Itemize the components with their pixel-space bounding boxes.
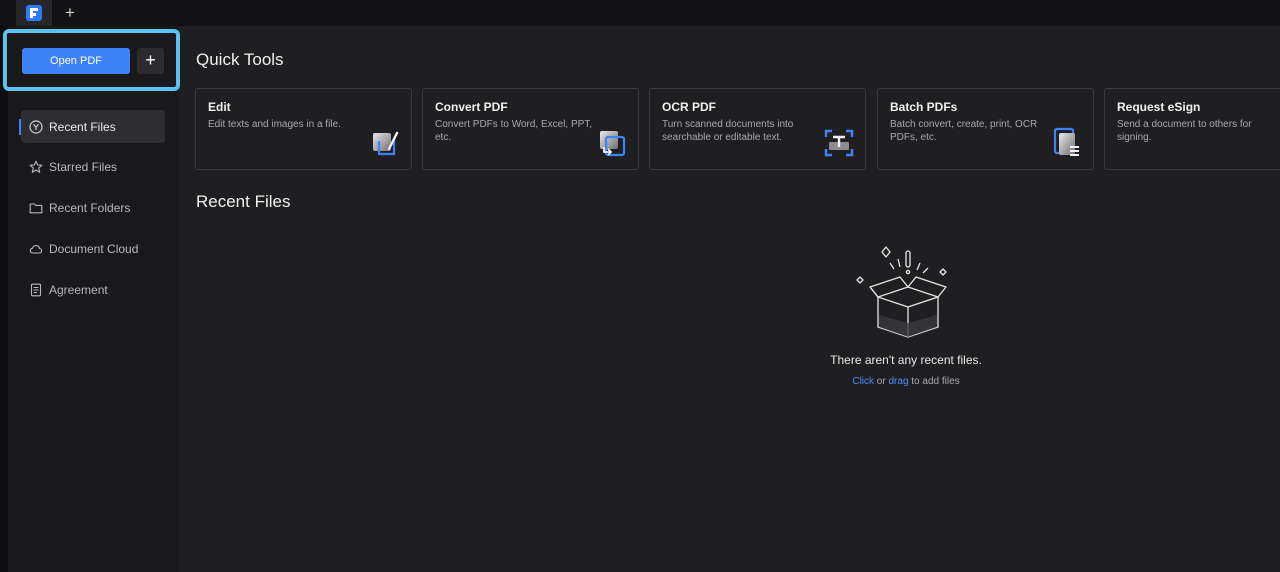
recent-files-title: Recent Files [196, 192, 291, 211]
tool-card-desc: Edit texts and images in a file. [208, 119, 341, 130]
folder-icon [29, 202, 43, 213]
app-logo-icon [26, 5, 42, 21]
tool-card-request-esign[interactable]: Request eSign Send a document to others … [1104, 88, 1280, 170]
quick-tools-title: Quick Tools [196, 50, 284, 69]
tool-card-ocr-pdf[interactable]: OCR PDF Turn scanned documents into sear… [649, 88, 866, 170]
sidebar-item-recent-folders[interactable]: Recent Folders [21, 191, 165, 224]
sidebar-item-starred-files[interactable]: Starred Files [21, 150, 165, 183]
tool-card-desc: Convert PDFs to Word, Excel, PPT, etc. [435, 119, 593, 143]
title-bar: + [0, 0, 1280, 26]
window-edge [0, 26, 8, 572]
edit-icon [373, 131, 399, 156]
cloud-icon [29, 244, 43, 254]
star-icon [29, 160, 43, 173]
app-tab[interactable] [16, 0, 52, 26]
active-indicator [19, 119, 21, 135]
sidebar-item-label: Recent Files [49, 119, 116, 134]
tool-card-batch-pdfs[interactable]: Batch PDFs Batch convert, create, print,… [877, 88, 1094, 170]
sidebar-item-agreement[interactable]: Agreement [21, 273, 165, 306]
empty-state-message: There aren't any recent files. [830, 353, 982, 367]
tool-card-title: Batch PDFs [890, 100, 958, 114]
sidebar-item-label: Recent Folders [49, 200, 131, 215]
batch-icon [1053, 127, 1079, 156]
tool-card-desc: Send a document to others for signing. [1117, 119, 1252, 143]
clock-icon [29, 119, 43, 134]
focus-highlight [3, 29, 180, 91]
sidebar-item-label: Agreement [49, 282, 108, 297]
document-icon [30, 283, 42, 296]
tool-card-edit[interactable]: Edit Edit texts and images in a file. [195, 88, 412, 170]
tool-card-convert-pdf[interactable]: Convert PDF Convert PDFs to Word, Excel,… [422, 88, 639, 170]
new-tab-button[interactable]: + [60, 3, 80, 23]
tool-card-title: Convert PDF [435, 100, 508, 114]
sidebar-item-recent-files[interactable]: Recent Files [19, 110, 165, 143]
empty-state-hint: Click or drag to add files [806, 376, 1006, 387]
tool-card-title: Request eSign [1117, 100, 1201, 114]
or-text: or [876, 376, 886, 387]
empty-box-icon [856, 246, 947, 338]
tool-card-title: OCR PDF [662, 100, 716, 114]
hint-suffix: to add files [911, 376, 960, 387]
click-link[interactable]: Click [852, 376, 874, 387]
drag-link[interactable]: drag [888, 376, 908, 387]
convert-icon [600, 131, 626, 157]
tool-card-desc: Batch convert, create, print, OCR PDFs, … [890, 119, 1038, 143]
sidebar-item-label: Document Cloud [49, 241, 139, 256]
tool-card-title: Edit [208, 100, 231, 114]
tool-card-desc: Turn scanned documents into searchable o… [662, 119, 794, 143]
sidebar-item-label: Starred Files [49, 159, 118, 174]
sidebar-item-document-cloud[interactable]: Document Cloud [21, 232, 165, 265]
ocr-icon [824, 129, 854, 157]
